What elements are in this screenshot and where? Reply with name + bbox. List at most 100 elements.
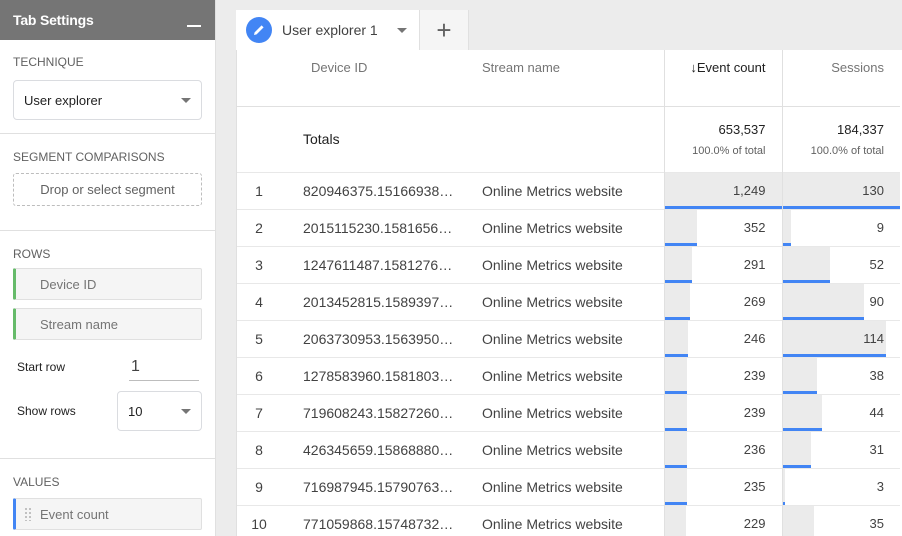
device-id-link[interactable]: 1247611487.1581276… <box>281 245 473 283</box>
device-id-link[interactable]: 2015115230.1581656… <box>281 208 473 246</box>
values-label: VALUES <box>13 475 60 489</box>
start-row-input[interactable]: 1 <box>129 353 199 381</box>
row-chip-device-id[interactable]: Device ID <box>13 268 202 300</box>
table-row[interactable]: 9 716987945.15790763… Online Metrics websi… <box>237 467 900 505</box>
show-rows-select[interactable]: 10 <box>117 391 202 431</box>
tab-user-explorer-1[interactable]: User explorer 1 <box>236 10 419 50</box>
header-stream-name[interactable]: Stream name <box>473 50 664 106</box>
drag-handle-icon[interactable] <box>24 507 32 521</box>
table-row[interactable]: 10 771059868.15748732… Online Metrics webs… <box>237 504 900 536</box>
header-index <box>237 50 281 106</box>
table-row[interactable]: 7 719608243.15827260… Online Metrics websi… <box>237 393 900 431</box>
table-header-row: Device ID Stream name ↓Event count Sessi… <box>237 50 900 106</box>
rows-section: ROWS Device ID Stream name Start row 1 S… <box>0 231 215 459</box>
row-index: 9 <box>237 467 281 505</box>
sessions-value: 38 <box>869 367 884 383</box>
event-count-cell: 269 <box>663 282 782 320</box>
sessions-value: 3 <box>876 478 884 494</box>
sessions-value: 90 <box>869 293 884 309</box>
sessions-value: 31 <box>869 441 884 457</box>
totals-event-count: 653,537 100.0% of total <box>663 105 782 172</box>
chevron-down-icon[interactable] <box>397 27 407 33</box>
row-index: 5 <box>237 319 281 357</box>
device-id-link[interactable]: 719608243.15827260… <box>281 393 473 431</box>
stream-name-cell: Online Metrics website <box>473 393 664 431</box>
device-id-link[interactable]: 820946375.15166938… <box>281 171 473 209</box>
row-index: 10 <box>237 504 281 536</box>
stream-name-cell: Online Metrics website <box>473 356 664 394</box>
table-row[interactable]: 1 820946375.15166938… Online Metrics websi… <box>237 171 900 209</box>
value-chip-event-count[interactable]: Event count <box>13 498 202 530</box>
event-count-cell: 352 <box>663 208 782 246</box>
technique-label: TECHNIQUE <box>13 55 84 69</box>
event-count-value: 246 <box>743 330 766 346</box>
row-index: 4 <box>237 282 281 320</box>
device-id-link[interactable]: 426345659.15868880… <box>281 430 473 468</box>
sessions-cell: 38 <box>781 356 900 394</box>
stream-name-cell: Online Metrics website <box>473 319 664 357</box>
data-table-container: Device ID Stream name ↓Event count Sessi… <box>236 50 902 536</box>
event-count-value: 291 <box>743 256 766 272</box>
tab-label: User explorer 1 <box>282 22 378 38</box>
segment-comparisons-section: SEGMENT COMPARISONS Drop or select segme… <box>0 134 215 231</box>
device-id-link[interactable]: 1278583960.1581803… <box>281 356 473 394</box>
table-body: 1 820946375.15166938… Online Metrics websi… <box>237 171 900 536</box>
header-sessions[interactable]: Sessions <box>781 50 900 106</box>
sessions-value: 35 <box>869 515 884 531</box>
exploration-canvas: User explorer 1 + Device ID Stream name … <box>236 10 902 536</box>
row-index: 6 <box>237 356 281 394</box>
table-row[interactable]: 6 1278583960.1581803… Online Metrics websi… <box>237 356 900 394</box>
table-row[interactable]: 5 2063730953.1563950… Online Metrics websi… <box>237 319 900 357</box>
totals-event-count-value: 653,537 <box>718 121 766 137</box>
event-count-value: 269 <box>743 293 766 309</box>
event-count-cell: 239 <box>663 356 782 394</box>
sessions-value: 130 <box>862 182 884 198</box>
device-id-link[interactable]: 716987945.15790763… <box>281 467 473 505</box>
table-row[interactable]: 8 426345659.15868880… Online Metrics websi… <box>237 430 900 468</box>
row-index: 7 <box>237 393 281 431</box>
event-count-value: 352 <box>743 219 766 235</box>
sessions-cell: 90 <box>781 282 900 320</box>
event-count-cell: 236 <box>663 430 782 468</box>
technique-value: User explorer <box>24 92 103 108</box>
device-id-link[interactable]: 771059868.15748732… <box>281 504 473 536</box>
sessions-cell: 114 <box>781 319 900 357</box>
row-chip-stream-name[interactable]: Stream name <box>13 308 202 340</box>
table-row[interactable]: 3 1247611487.1581276… Online Metrics websi… <box>237 245 900 283</box>
stream-name-cell: Online Metrics website <box>473 504 664 536</box>
event-count-value: 236 <box>743 441 766 457</box>
segment-drop-zone[interactable]: Drop or select segment <box>13 173 202 206</box>
start-row-field: Start row 1 <box>13 351 202 383</box>
data-table: Device ID Stream name ↓Event count Sessi… <box>237 50 900 536</box>
table-row[interactable]: 2 2015115230.1581656… Online Metrics websi… <box>237 208 900 246</box>
sessions-cell: 44 <box>781 393 900 431</box>
event-count-value: 239 <box>743 367 766 383</box>
panel-header: Tab Settings <box>0 0 215 40</box>
event-count-cell: 239 <box>663 393 782 431</box>
totals-sessions: 184,337 100.0% of total <box>781 105 900 172</box>
device-id-link[interactable]: 2063730953.1563950… <box>281 319 473 357</box>
pencil-icon[interactable] <box>246 17 272 43</box>
minimize-icon[interactable] <box>187 13 201 27</box>
tab-settings-panel: Tab Settings TECHNIQUE User explorer SEG… <box>0 0 216 536</box>
technique-select[interactable]: User explorer <box>13 80 202 120</box>
technique-section: TECHNIQUE User explorer <box>0 40 215 134</box>
table-row[interactable]: 4 2013452815.1589397… Online Metrics websi… <box>237 282 900 320</box>
sessions-cell: 130 <box>781 171 900 209</box>
start-row-label: Start row <box>17 360 66 374</box>
stream-name-cell: Online Metrics website <box>473 208 664 246</box>
show-rows-label: Show rows <box>17 404 76 418</box>
device-id-link[interactable]: 2013452815.1589397… <box>281 282 473 320</box>
sessions-value: 52 <box>869 256 884 272</box>
tab-bar: User explorer 1 + <box>236 10 902 50</box>
event-count-value: 1,249 <box>732 182 766 198</box>
totals-event-count-pct: 100.0% of total <box>692 144 766 157</box>
sessions-cell: 9 <box>781 208 900 246</box>
sessions-cell: 52 <box>781 245 900 283</box>
header-event-count-label: Event count <box>696 60 766 75</box>
header-event-count[interactable]: ↓Event count <box>663 50 782 106</box>
header-device-id[interactable]: Device ID <box>281 50 473 106</box>
event-count-cell: 291 <box>663 245 782 283</box>
add-tab-button[interactable]: + <box>419 10 469 50</box>
sessions-cell: 3 <box>781 467 900 505</box>
